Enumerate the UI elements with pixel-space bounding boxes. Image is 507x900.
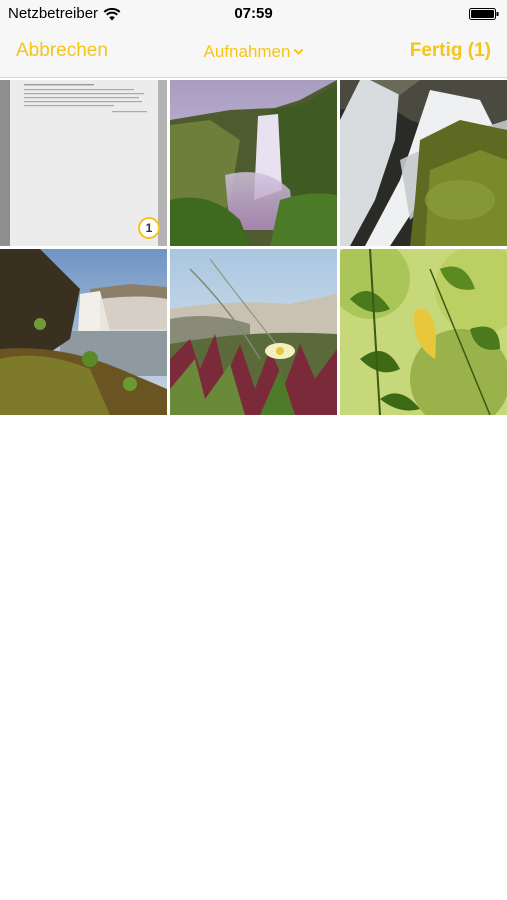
status-bar: Netzbetreiber 07:59 <box>0 0 507 28</box>
clock: 07:59 <box>234 5 273 22</box>
chevron-down-icon <box>294 49 304 55</box>
photo-thumbnail-leaves[interactable] <box>340 249 507 415</box>
photo-thumbnail-flower-dunes[interactable] <box>170 249 337 415</box>
selection-badge: 1 <box>138 217 160 239</box>
leaves-photo <box>340 249 507 415</box>
photo-thumbnail-waterfall-closeup[interactable] <box>340 80 507 246</box>
battery-icon <box>469 8 499 20</box>
screen: Netzbetreiber 07:59 Abbrechen Aufnahmen … <box>0 0 507 900</box>
photo-thumbnail-waterfall-coast[interactable] <box>0 249 167 415</box>
navigation-bar: Abbrechen Aufnahmen Fertig (1) <box>0 28 507 78</box>
done-button[interactable]: Fertig (1) <box>410 40 491 62</box>
photo-thumbnail-waterfall[interactable] <box>170 80 337 246</box>
waterfall-coast-photo <box>0 249 167 415</box>
waterfall-photo <box>170 80 337 246</box>
photo-thumbnail-document[interactable]: 1 <box>0 80 167 246</box>
flower-dunes-photo <box>170 249 337 415</box>
waterfall-closeup-photo <box>340 80 507 246</box>
album-title: Aufnahmen <box>203 42 291 61</box>
